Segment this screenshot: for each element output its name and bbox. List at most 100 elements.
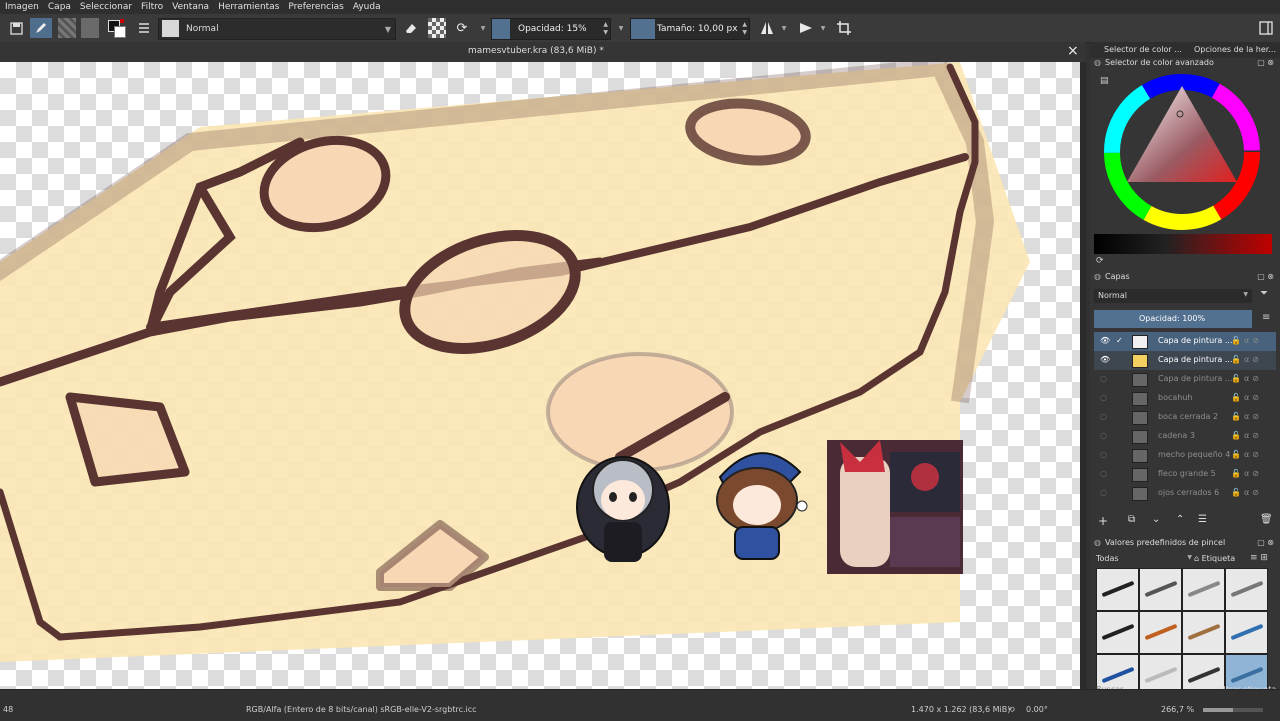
filter-icon[interactable]: ⏷ xyxy=(1260,288,1268,299)
size-slider[interactable]: Tamaño: 10,00 px ▲ ▼ xyxy=(630,18,750,40)
layer-row[interactable]: ○ ojos cerrados 6 🔓α⊘ xyxy=(1094,484,1276,503)
layer-row[interactable]: ○ cadena 3 🔓α⊘ xyxy=(1094,427,1276,446)
layer-row[interactable]: ○ boca cerrada 2 🔓α⊘ xyxy=(1094,408,1276,427)
eye-off-icon[interactable]: ○ xyxy=(1100,412,1110,421)
menu-imagen[interactable]: Imagen xyxy=(0,2,43,12)
float-icon[interactable]: ▢ ⊗ xyxy=(1257,272,1274,281)
layer-properties-icon[interactable]: ☰ xyxy=(1198,514,1207,525)
rotation-label: 0.00° xyxy=(1026,705,1048,714)
menu-ventana[interactable]: Ventana xyxy=(167,2,213,12)
layer-row[interactable]: 👁 ✓ Capa de pintura ... 🔓α⊘ xyxy=(1094,332,1276,351)
layer-flags-icon[interactable]: 🔓α⊘ xyxy=(1231,450,1262,459)
layer-flags-icon[interactable]: 🔓α⊘ xyxy=(1231,374,1262,383)
chevron-down-icon[interactable]: ▼ xyxy=(780,18,788,38)
tab-tool-options[interactable]: Opciones de la her... xyxy=(1194,45,1276,54)
refresh-icon[interactable]: ⟳ xyxy=(1096,256,1104,266)
chevron-down-icon[interactable]: ▼ xyxy=(819,18,827,38)
menu-preferencias[interactable]: Preferencias xyxy=(283,2,347,12)
color-swap-icon[interactable] xyxy=(106,18,126,38)
layer-row[interactable]: ○ Capa de pintura ... 🔓α⊘ xyxy=(1094,370,1276,389)
brush-category-select[interactable]: Todas ▼ xyxy=(1096,554,1192,566)
float-icon[interactable]: ▢ ⊗ xyxy=(1257,58,1274,67)
mirror-vertical-icon[interactable] xyxy=(796,18,816,38)
color-wheel[interactable] xyxy=(1102,72,1262,232)
layer-row[interactable]: ○ bocahuh 🔓α⊘ xyxy=(1094,389,1276,408)
layer-flags-icon[interactable]: 🔓α⊘ xyxy=(1231,488,1262,497)
close-icon[interactable]: × xyxy=(1067,43,1079,59)
layer-flags-icon[interactable]: 🔓α⊘ xyxy=(1231,393,1262,402)
brush-preset[interactable] xyxy=(1139,568,1182,611)
layer-flags-icon[interactable]: 🔓α⊘ xyxy=(1231,469,1262,478)
layer-flags-icon[interactable]: 🔓α⊘ xyxy=(1231,355,1262,364)
blend-mode-select[interactable]: Normal ▼ xyxy=(158,18,396,40)
brush-preset[interactable] xyxy=(1182,611,1225,654)
brush-preset[interactable] xyxy=(1225,611,1268,654)
brush-stroke xyxy=(1187,623,1221,641)
brush-preset[interactable] xyxy=(1225,568,1268,611)
spin-icon[interactable]: ▲ ▼ xyxy=(742,21,747,37)
eye-off-icon[interactable]: ○ xyxy=(1100,488,1110,497)
mirror-horizontal-icon[interactable] xyxy=(757,18,777,38)
brush-preset[interactable] xyxy=(1096,568,1139,611)
move-up-icon[interactable]: ⌃ xyxy=(1176,514,1184,525)
float-icon[interactable]: ▢ ⊗ xyxy=(1257,538,1274,547)
layout-icon[interactable] xyxy=(1256,18,1276,38)
eye-off-icon[interactable]: ○ xyxy=(1100,431,1110,440)
opacity-slider[interactable]: Opacidad: 15% ▲ ▼ xyxy=(491,18,611,40)
duplicate-layer-icon[interactable]: ⧉ xyxy=(1128,514,1135,525)
color-panel-header: ◍ Selector de color avanzado ▢ ⊗ xyxy=(1094,58,1276,72)
spin-icon[interactable]: ▲ ▼ xyxy=(603,21,608,37)
layer-flags-icon[interactable]: 🔓α⊘ xyxy=(1231,412,1262,421)
menu-icon[interactable]: ≡ xyxy=(1262,312,1270,323)
eye-icon[interactable]: 👁 xyxy=(1100,336,1110,345)
menu-herramientas[interactable]: Herramientas xyxy=(213,2,283,12)
brush-settings-icon[interactable] xyxy=(134,18,154,38)
document-tab[interactable]: mamesvtuber.kra (83,6 MiB) * × xyxy=(0,42,1086,62)
brush-edit-icon[interactable] xyxy=(30,18,52,38)
layer-row[interactable]: ○ mecho pequeño 4 🔓α⊘ xyxy=(1094,446,1276,465)
add-layer-icon[interactable]: + xyxy=(1098,514,1108,528)
eye-off-icon[interactable]: ○ xyxy=(1100,450,1110,459)
eye-off-icon[interactable]: ○ xyxy=(1100,374,1110,383)
brush-stroke xyxy=(1230,580,1264,598)
chevron-down-icon[interactable]: ▼ xyxy=(617,18,625,38)
tab-color-selector[interactable]: Selector de color ... xyxy=(1104,45,1182,54)
layer-flags-icon[interactable]: 🔓α⊘ xyxy=(1231,336,1262,345)
save-icon[interactable] xyxy=(6,18,26,38)
layers-blend-select[interactable]: Normal ▼ xyxy=(1094,289,1252,303)
layer-row[interactable]: 👁 Capa de pintura ... 🔓α⊘ xyxy=(1094,351,1276,370)
move-down-icon[interactable]: ⌄ xyxy=(1152,514,1160,525)
reload-icon[interactable]: ⟳ xyxy=(452,18,472,38)
eye-off-icon[interactable]: ○ xyxy=(1100,469,1110,478)
layer-flags-icon[interactable]: 🔓α⊘ xyxy=(1231,431,1262,440)
menu-seleccionar[interactable]: Seleccionar xyxy=(75,2,136,12)
alpha-lock-icon[interactable] xyxy=(428,18,446,38)
gradient-icon[interactable] xyxy=(81,18,99,38)
delete-layer-icon[interactable]: 🗑 xyxy=(1260,514,1273,525)
menu-ayuda[interactable]: Ayuda xyxy=(348,2,385,12)
brush-preset[interactable] xyxy=(1139,611,1182,654)
brush-preset[interactable] xyxy=(1182,568,1225,611)
chevron-down-icon: ▼ xyxy=(1187,554,1192,561)
pattern-icon[interactable] xyxy=(58,18,76,38)
zoom-slider[interactable] xyxy=(1203,708,1263,712)
chevron-down-icon[interactable]: ▼ xyxy=(479,18,487,38)
eye-icon[interactable]: 👁 xyxy=(1100,355,1110,364)
eye-off-icon[interactable]: ○ xyxy=(1100,393,1110,402)
tag-button[interactable]: ⌂ Etiqueta xyxy=(1194,554,1235,563)
layers-opacity-slider[interactable]: Opacidad: 100% xyxy=(1094,310,1252,328)
drawing-canvas[interactable] xyxy=(0,62,1080,689)
view-icon[interactable]: ≡ ⊞ xyxy=(1250,553,1268,563)
color-history-strip[interactable] xyxy=(1094,234,1272,254)
menu-filtro[interactable]: Filtro xyxy=(136,2,167,12)
brush-preset-icon[interactable] xyxy=(162,20,179,37)
rotate-icon[interactable]: ⟲ xyxy=(1008,705,1015,714)
brush-stroke xyxy=(1101,580,1135,598)
menu-bar: Imagen Capa Seleccionar Filtro Ventana H… xyxy=(0,0,1280,14)
layer-row[interactable]: ○ fleco grande 5 🔓α⊘ xyxy=(1094,465,1276,484)
eraser-icon[interactable] xyxy=(401,18,421,38)
canvas-scrollbar[interactable] xyxy=(1080,62,1086,689)
wrap-icon[interactable] xyxy=(834,18,854,38)
menu-capa[interactable]: Capa xyxy=(43,2,75,12)
brush-preset[interactable] xyxy=(1096,611,1139,654)
